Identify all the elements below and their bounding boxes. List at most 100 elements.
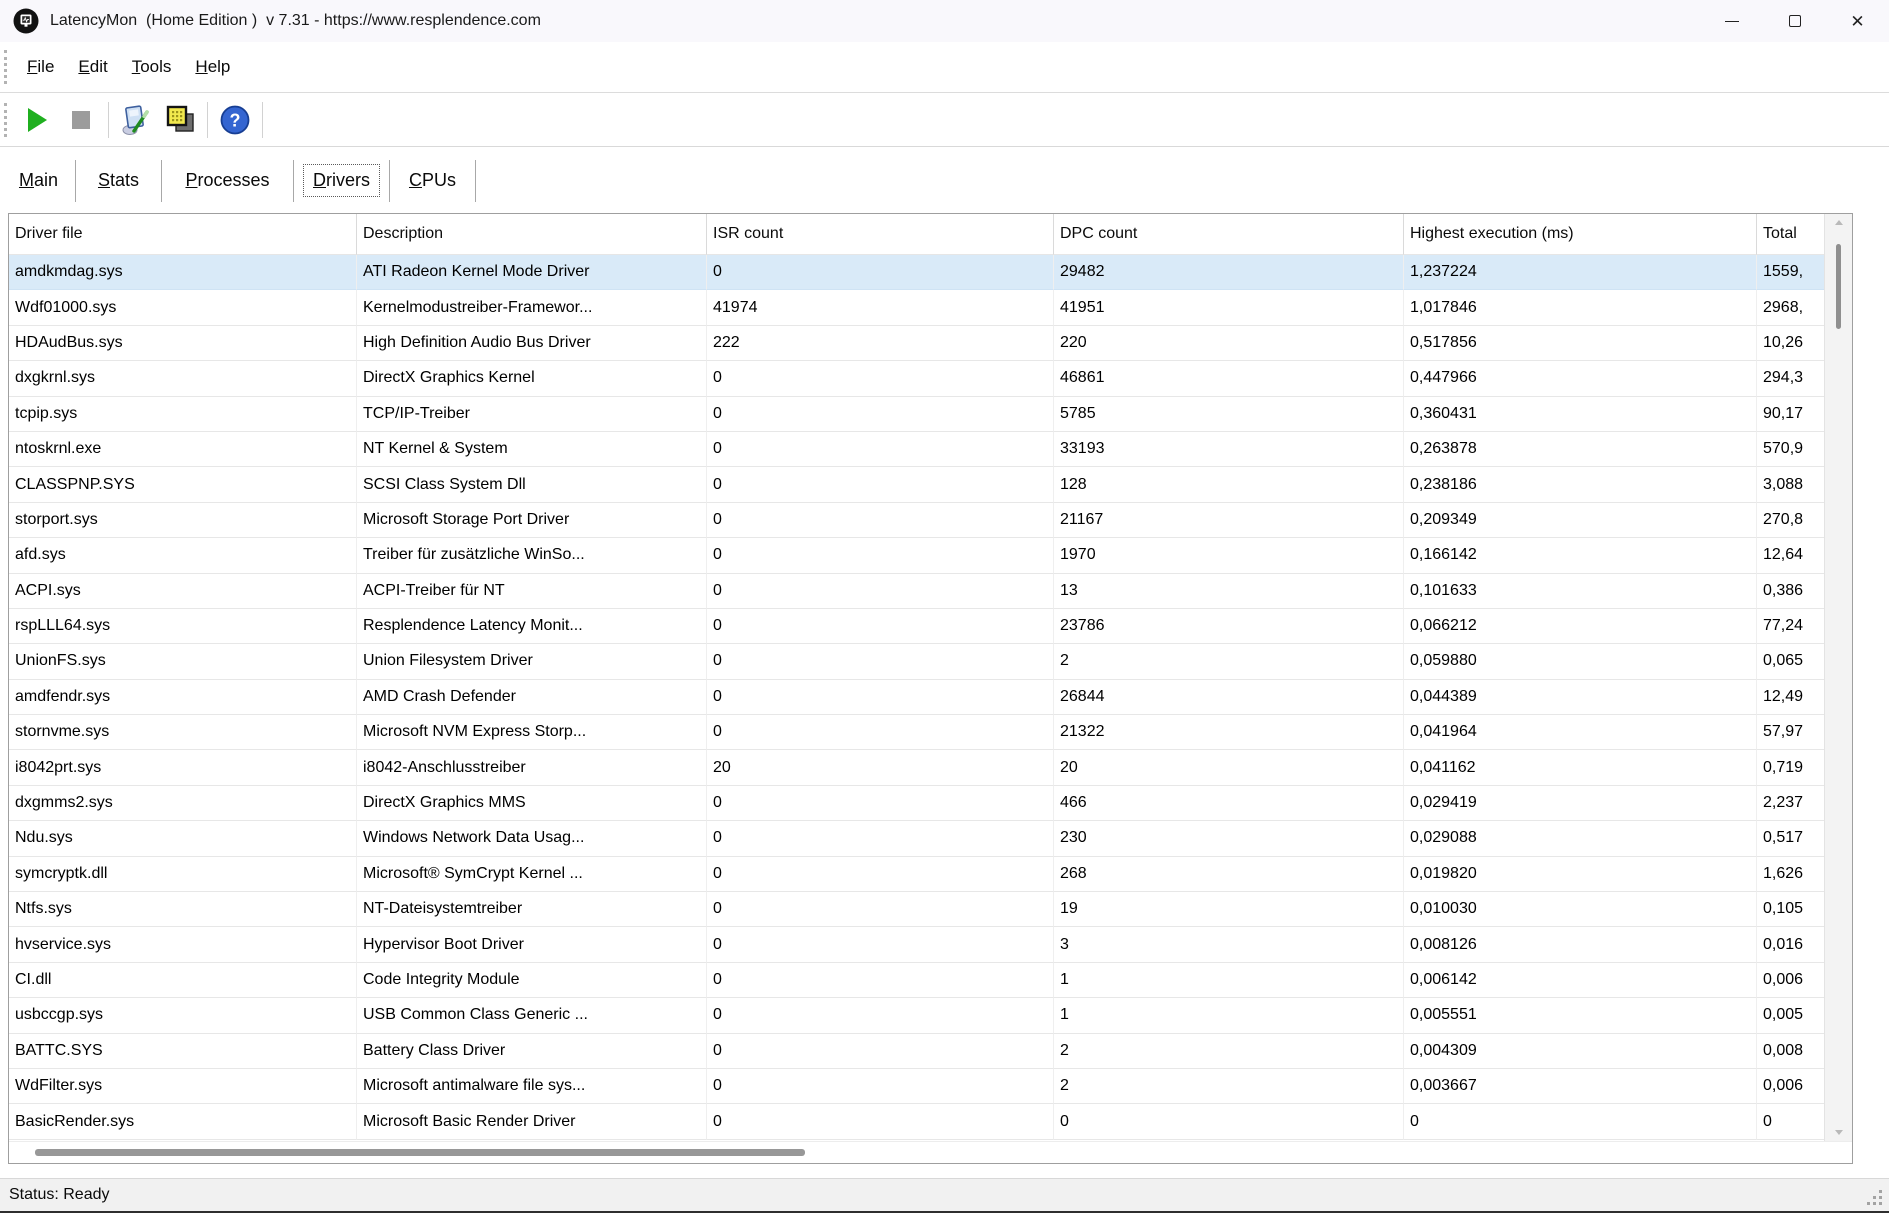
cell-total: 90,17 bbox=[1757, 397, 1824, 432]
cell-highest-execution: 0,041162 bbox=[1404, 750, 1757, 785]
stop-monitor-button[interactable] bbox=[59, 98, 103, 142]
cell-highest-execution: 0,005551 bbox=[1404, 998, 1757, 1033]
tab-processes[interactable]: Processes bbox=[162, 160, 294, 202]
cell-total: 0,006 bbox=[1757, 963, 1824, 998]
cell-description: i8042-Anschlusstreiber bbox=[357, 750, 707, 785]
column-header-dpc-count[interactable]: DPC count bbox=[1054, 214, 1404, 255]
cell-isr-count: 0 bbox=[707, 432, 1054, 467]
table-row[interactable]: rspLLL64.sysResplendence Latency Monit..… bbox=[9, 609, 1824, 644]
cell-driver-file: BATTC.SYS bbox=[9, 1034, 357, 1069]
stop-icon bbox=[72, 111, 90, 129]
cell-dpc-count: 1 bbox=[1054, 998, 1404, 1033]
table-row[interactable]: afd.sysTreiber für zusätzliche WinSo...0… bbox=[9, 538, 1824, 573]
horizontal-scrollbar[interactable] bbox=[9, 1141, 1852, 1163]
table-row[interactable]: amdfendr.sysAMD Crash Defender0268440,04… bbox=[9, 680, 1824, 715]
table-row[interactable]: dxgkrnl.sysDirectX Graphics Kernel046861… bbox=[9, 361, 1824, 396]
toolbar-separator bbox=[262, 102, 263, 138]
table-row[interactable]: usbccgp.sysUSB Common Class Generic ...0… bbox=[9, 998, 1824, 1033]
cell-total: 570,9 bbox=[1757, 432, 1824, 467]
cell-description: Microsoft antimalware file sys... bbox=[357, 1069, 707, 1104]
column-header-isr-count[interactable]: ISR count bbox=[707, 214, 1054, 255]
table-row[interactable]: Ntfs.sysNT-Dateisystemtreiber0190,010030… bbox=[9, 892, 1824, 927]
cell-isr-count: 0 bbox=[707, 503, 1054, 538]
cell-description: USB Common Class Generic ... bbox=[357, 998, 707, 1033]
cell-dpc-count: 23786 bbox=[1054, 609, 1404, 644]
table-body: amdkmdag.sysATI Radeon Kernel Mode Drive… bbox=[9, 255, 1824, 1140]
scroll-down-icon bbox=[1835, 1130, 1843, 1135]
table-row[interactable]: Wdf01000.sysKernelmodustreiber-Framewor.… bbox=[9, 290, 1824, 325]
cell-dpc-count: 0 bbox=[1054, 1104, 1404, 1139]
table-row[interactable]: storport.sysMicrosoft Storage Port Drive… bbox=[9, 503, 1824, 538]
cell-isr-count: 0 bbox=[707, 1104, 1054, 1139]
table-row[interactable]: CI.dllCode Integrity Module010,0061420,0… bbox=[9, 963, 1824, 998]
cell-isr-count: 0 bbox=[707, 467, 1054, 502]
table-row[interactable]: BATTC.SYSBattery Class Driver020,0043090… bbox=[9, 1034, 1824, 1069]
cascade-windows-button[interactable] bbox=[158, 98, 202, 142]
table-row[interactable]: UnionFS.sysUnion Filesystem Driver020,05… bbox=[9, 644, 1824, 679]
menu-tools[interactable]: Tools bbox=[120, 57, 184, 77]
column-header-description[interactable]: Description bbox=[357, 214, 707, 255]
column-header-driver-file[interactable]: Driver file bbox=[9, 214, 357, 255]
minimize-button[interactable] bbox=[1700, 0, 1763, 42]
toolbar-gripper[interactable] bbox=[4, 103, 7, 137]
minimize-icon bbox=[1725, 21, 1739, 22]
table-row[interactable]: BasicRender.sysMicrosoft Basic Render Dr… bbox=[9, 1104, 1824, 1139]
cell-description: ACPI-Treiber für NT bbox=[357, 574, 707, 609]
cell-description: NT Kernel & System bbox=[357, 432, 707, 467]
table-row[interactable]: HDAudBus.sysHigh Definition Audio Bus Dr… bbox=[9, 326, 1824, 361]
start-monitor-button[interactable] bbox=[15, 98, 59, 142]
cell-description: Microsoft Storage Port Driver bbox=[357, 503, 707, 538]
cell-total: 0,065 bbox=[1757, 644, 1824, 679]
cell-driver-file: amdkmdag.sys bbox=[9, 255, 357, 290]
menu-help[interactable]: Help bbox=[183, 57, 242, 77]
tab-main[interactable]: Main bbox=[2, 160, 76, 202]
cell-description: Microsoft Basic Render Driver bbox=[357, 1104, 707, 1139]
menubar-gripper[interactable] bbox=[4, 50, 7, 84]
save-report-button[interactable] bbox=[114, 98, 158, 142]
cell-driver-file: Ndu.sys bbox=[9, 821, 357, 856]
table-row[interactable]: symcryptk.dllMicrosoft® SymCrypt Kernel … bbox=[9, 857, 1824, 892]
cell-highest-execution: 0,019820 bbox=[1404, 857, 1757, 892]
table-row[interactable]: i8042prt.sysi8042-Anschlusstreiber20200,… bbox=[9, 750, 1824, 785]
menu-edit[interactable]: Edit bbox=[66, 57, 119, 77]
cell-total: 0,005 bbox=[1757, 998, 1824, 1033]
table-row[interactable]: stornvme.sysMicrosoft NVM Express Storp.… bbox=[9, 715, 1824, 750]
tab-stats[interactable]: Stats bbox=[76, 160, 162, 202]
cell-highest-execution: 0,029088 bbox=[1404, 821, 1757, 856]
cell-total: 0,719 bbox=[1757, 750, 1824, 785]
cell-description: Microsoft NVM Express Storp... bbox=[357, 715, 707, 750]
cascade-windows-icon bbox=[164, 104, 196, 136]
table-row[interactable]: WdFilter.sysMicrosoft antimalware file s… bbox=[9, 1069, 1824, 1104]
vertical-scrollbar-thumb[interactable] bbox=[1836, 244, 1841, 329]
cell-dpc-count: 1 bbox=[1054, 963, 1404, 998]
cell-driver-file: CI.dll bbox=[9, 963, 357, 998]
cell-description: DirectX Graphics Kernel bbox=[357, 361, 707, 396]
cell-isr-count: 0 bbox=[707, 892, 1054, 927]
cell-driver-file: hvservice.sys bbox=[9, 927, 357, 962]
resize-grip[interactable] bbox=[1866, 1189, 1884, 1207]
tab-drivers[interactable]: Drivers bbox=[294, 160, 390, 202]
close-button[interactable]: ✕ bbox=[1826, 0, 1889, 42]
cell-description: DirectX Graphics MMS bbox=[357, 786, 707, 821]
vertical-scrollbar[interactable] bbox=[1824, 214, 1852, 1141]
column-header-total[interactable]: Total bbox=[1757, 214, 1824, 255]
table-row[interactable]: amdkmdag.sysATI Radeon Kernel Mode Drive… bbox=[9, 255, 1824, 290]
cell-highest-execution: 0,066212 bbox=[1404, 609, 1757, 644]
column-header-highest-execution[interactable]: Highest execution (ms) bbox=[1404, 214, 1757, 255]
cell-dpc-count: 466 bbox=[1054, 786, 1404, 821]
horizontal-scrollbar-thumb[interactable] bbox=[35, 1149, 805, 1156]
table-row[interactable]: ACPI.sysACPI-Treiber für NT0130,1016330,… bbox=[9, 574, 1824, 609]
cell-driver-file: tcpip.sys bbox=[9, 397, 357, 432]
table-row[interactable]: ntoskrnl.exeNT Kernel & System0331930,26… bbox=[9, 432, 1824, 467]
table-row[interactable]: hvservice.sysHypervisor Boot Driver030,0… bbox=[9, 927, 1824, 962]
help-button[interactable]: ? bbox=[213, 98, 257, 142]
table-row[interactable]: tcpip.sysTCP/IP-Treiber057850,36043190,1… bbox=[9, 397, 1824, 432]
tab-cpus[interactable]: CPUs bbox=[390, 160, 476, 202]
menu-file[interactable]: File bbox=[15, 57, 66, 77]
maximize-button[interactable] bbox=[1763, 0, 1826, 42]
table-row[interactable]: Ndu.sysWindows Network Data Usag...02300… bbox=[9, 821, 1824, 856]
table-row[interactable]: dxgmms2.sysDirectX Graphics MMS04660,029… bbox=[9, 786, 1824, 821]
cell-driver-file: WdFilter.sys bbox=[9, 1069, 357, 1104]
table-row[interactable]: CLASSPNP.SYSSCSI Class System Dll01280,2… bbox=[9, 467, 1824, 502]
cell-dpc-count: 230 bbox=[1054, 821, 1404, 856]
